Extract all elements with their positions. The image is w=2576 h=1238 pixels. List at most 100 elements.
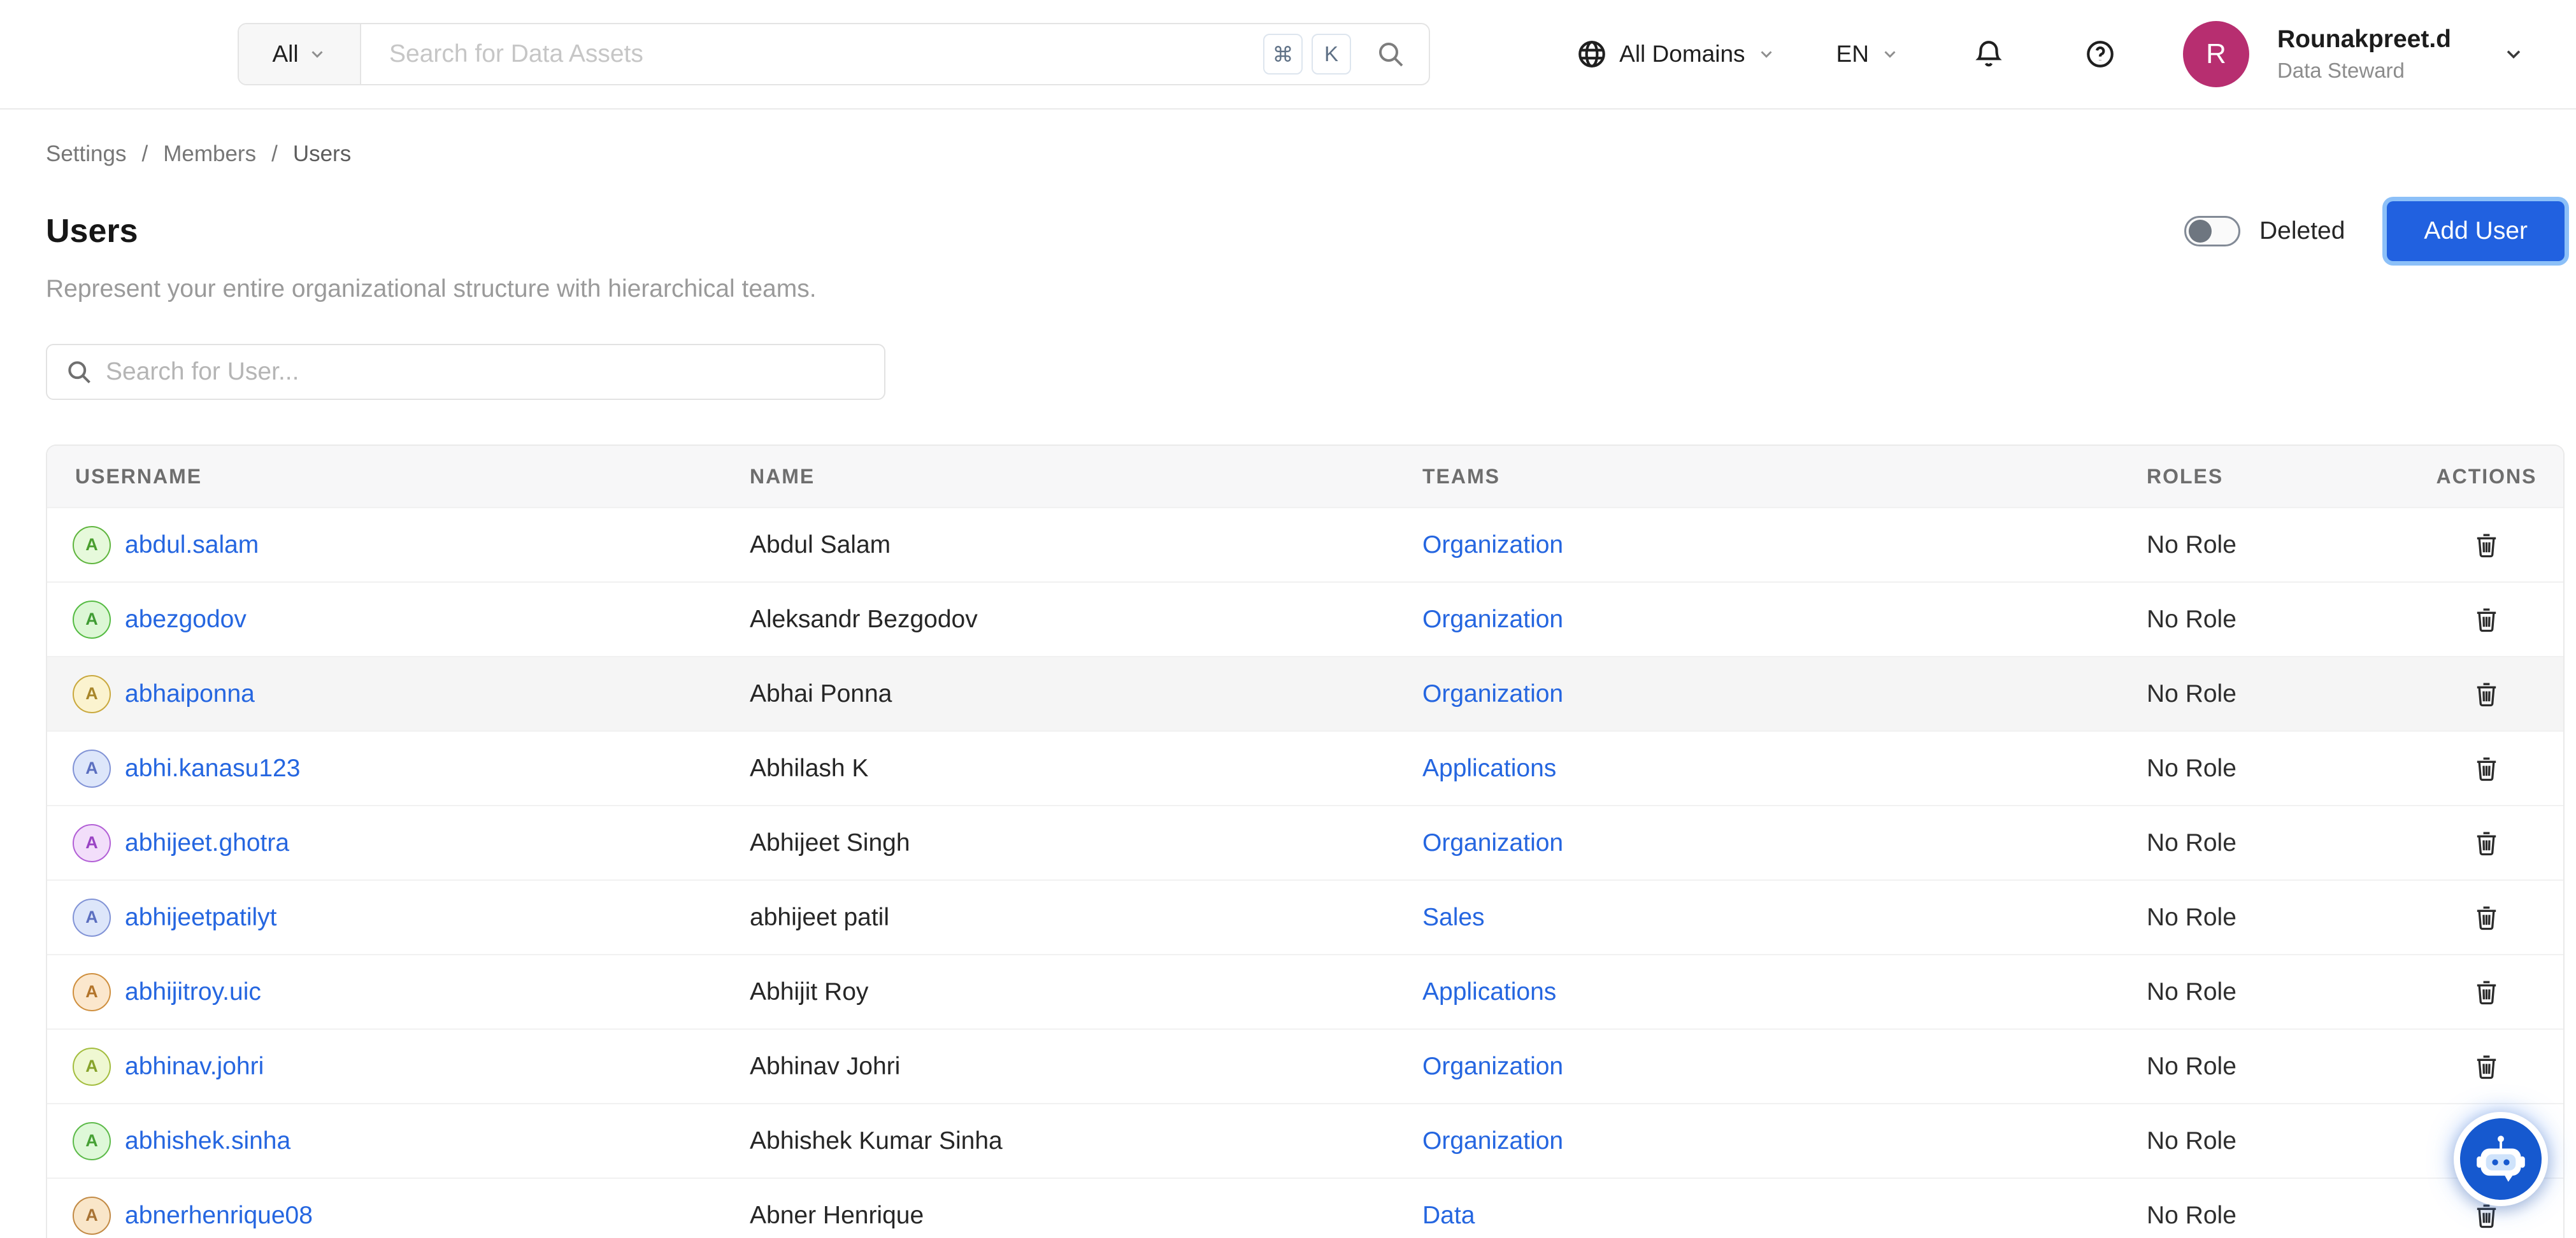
breadcrumb-members[interactable]: Members xyxy=(163,141,256,167)
column-header-actions: ACTIONS xyxy=(2410,465,2563,488)
assistant-chatbot-button[interactable] xyxy=(2454,1112,2548,1206)
table-row[interactable]: A abhijeet.ghotra Abhijeet Singh Organiz… xyxy=(47,805,2563,879)
delete-user-button[interactable] xyxy=(2472,604,2501,634)
search-scope-value: All xyxy=(272,41,298,68)
breadcrumb-users[interactable]: Users xyxy=(293,141,351,167)
column-header-name: NAME xyxy=(750,465,1422,488)
username-link[interactable]: abnerhenrique08 xyxy=(125,1202,313,1230)
username-cell: A abhijitroy.uic xyxy=(47,973,750,1011)
breadcrumb-separator: / xyxy=(141,141,148,167)
table-row[interactable]: A abdul.salam Abdul Salam Organization N… xyxy=(47,507,2563,581)
username-link[interactable]: abhijeet.ghotra xyxy=(125,829,289,857)
delete-user-button[interactable] xyxy=(2472,977,2501,1007)
team-link[interactable]: Organization xyxy=(1422,1127,2147,1155)
delete-user-button[interactable] xyxy=(2472,530,2501,560)
team-link[interactable]: Applications xyxy=(1422,978,2147,1006)
team-link[interactable]: Applications xyxy=(1422,755,2147,783)
page-title: Users xyxy=(46,212,138,250)
name-cell: Abhijit Roy xyxy=(750,978,1422,1006)
role-cell: No Role xyxy=(2147,755,2410,783)
column-header-roles: ROLES xyxy=(2147,465,2410,488)
name-cell: Abhai Ponna xyxy=(750,680,1422,708)
delete-user-button[interactable] xyxy=(2472,828,2501,858)
name-cell: Abner Henrique xyxy=(750,1202,1422,1230)
language-dropdown[interactable]: EN xyxy=(1836,41,1900,68)
username-link[interactable]: abhijitroy.uic xyxy=(125,978,261,1006)
table-row[interactable]: A abhi.kanasu123 Abhilash K Applications… xyxy=(47,730,2563,805)
username-link[interactable]: abhinav.johri xyxy=(125,1053,264,1081)
top-bar-right: All Domains EN R Rounakpreet.d Dat xyxy=(1576,21,2525,87)
table-row[interactable]: A abnerhenrique08 Abner Henrique Data No… xyxy=(47,1178,2563,1238)
name-cell: Abhishek Kumar Sinha xyxy=(750,1127,1422,1155)
username-link[interactable]: abhi.kanasu123 xyxy=(125,755,300,783)
domains-dropdown[interactable]: All Domains xyxy=(1576,38,1775,70)
username-cell: A abhinav.johri xyxy=(47,1048,750,1086)
breadcrumb-settings[interactable]: Settings xyxy=(46,141,126,167)
global-search-placeholder: Search for Data Assets xyxy=(389,40,1263,68)
user-search-input[interactable]: Search for User... xyxy=(46,344,885,400)
chevron-down-icon xyxy=(2502,43,2525,66)
table-row[interactable]: A abhijeetpatilyt abhijeet patil Sales N… xyxy=(47,879,2563,954)
global-search-bar[interactable]: All Search for Data Assets ⌘ K xyxy=(238,23,1430,85)
help-button[interactable] xyxy=(2084,38,2116,70)
username-cell: A abhaiponna xyxy=(47,675,750,713)
table-body: A abdul.salam Abdul Salam Organization N… xyxy=(47,507,2563,1238)
table-row[interactable]: A abezgodov Aleksandr Bezgodov Organizat… xyxy=(47,581,2563,656)
username-link[interactable]: abhishek.sinha xyxy=(125,1127,290,1155)
delete-user-button[interactable] xyxy=(2472,679,2501,709)
search-scope-dropdown[interactable]: All xyxy=(239,24,361,84)
delete-user-button[interactable] xyxy=(2472,902,2501,932)
username-link[interactable]: abdul.salam xyxy=(125,531,259,559)
table-row[interactable]: A abhishek.sinha Abhishek Kumar Sinha Or… xyxy=(47,1103,2563,1178)
team-link[interactable]: Organization xyxy=(1422,606,2147,634)
user-avatar: A xyxy=(73,526,111,564)
add-user-button[interactable]: Add User xyxy=(2387,201,2565,261)
page-content: Settings / Members / Users Users Deleted… xyxy=(0,141,2576,1238)
help-icon xyxy=(2084,38,2116,70)
table-row[interactable]: A abhinav.johri Abhinav Johri Organizati… xyxy=(47,1028,2563,1103)
robot-icon xyxy=(2473,1131,2529,1187)
table-row[interactable]: A abhijitroy.uic Abhijit Roy Application… xyxy=(47,954,2563,1028)
domains-label: All Domains xyxy=(1619,41,1745,68)
team-link[interactable]: Sales xyxy=(1422,904,2147,932)
role-cell: No Role xyxy=(2147,1127,2410,1155)
username-cell: A abdul.salam xyxy=(47,526,750,564)
deleted-toggle[interactable] xyxy=(2184,216,2240,246)
profile-menu[interactable]: R Rounakpreet.d Data Steward xyxy=(2183,21,2525,87)
role-cell: No Role xyxy=(2147,531,2410,559)
username-cell: A abhijeet.ghotra xyxy=(47,824,750,862)
delete-user-button[interactable] xyxy=(2472,1051,2501,1081)
trash-icon xyxy=(2472,828,2501,858)
breadcrumb-separator: / xyxy=(271,141,278,167)
delete-user-button[interactable] xyxy=(2472,753,2501,783)
username-link[interactable]: abhaiponna xyxy=(125,680,255,708)
team-link[interactable]: Organization xyxy=(1422,680,2147,708)
name-cell: Aleksandr Bezgodov xyxy=(750,606,1422,634)
search-icon[interactable] xyxy=(1375,39,1406,69)
name-cell: Abdul Salam xyxy=(750,531,1422,559)
name-cell: Abhinav Johri xyxy=(750,1053,1422,1081)
users-table: USERNAME NAME TEAMS ROLES ACTIONS A abdu… xyxy=(46,445,2565,1238)
user-avatar: A xyxy=(73,601,111,639)
trash-icon xyxy=(2472,902,2501,932)
language-value: EN xyxy=(1836,41,1869,68)
breadcrumb: Settings / Members / Users xyxy=(46,141,2565,167)
header-controls: Deleted Add User xyxy=(2184,201,2565,261)
team-link[interactable]: Organization xyxy=(1422,1053,2147,1081)
notifications-button[interactable] xyxy=(1973,38,2005,70)
trash-icon xyxy=(2472,753,2501,783)
team-link[interactable]: Organization xyxy=(1422,829,2147,857)
team-link[interactable]: Organization xyxy=(1422,531,2147,559)
team-link[interactable]: Data xyxy=(1422,1202,2147,1230)
top-bar: All Search for Data Assets ⌘ K All Domai… xyxy=(0,0,2576,110)
username-link[interactable]: abhijeetpatilyt xyxy=(125,904,277,932)
username-link[interactable]: abezgodov xyxy=(125,606,247,634)
role-cell: No Role xyxy=(2147,829,2410,857)
profile-role: Data Steward xyxy=(2277,59,2451,83)
table-row[interactable]: A abhaiponna Abhai Ponna Organization No… xyxy=(47,656,2563,730)
role-cell: No Role xyxy=(2147,1053,2410,1081)
table-header: USERNAME NAME TEAMS ROLES ACTIONS xyxy=(47,446,2563,507)
page-header: Users Deleted Add User xyxy=(46,201,2565,261)
trash-icon xyxy=(2472,977,2501,1007)
page-subtitle: Represent your entire organizational str… xyxy=(46,275,2565,303)
